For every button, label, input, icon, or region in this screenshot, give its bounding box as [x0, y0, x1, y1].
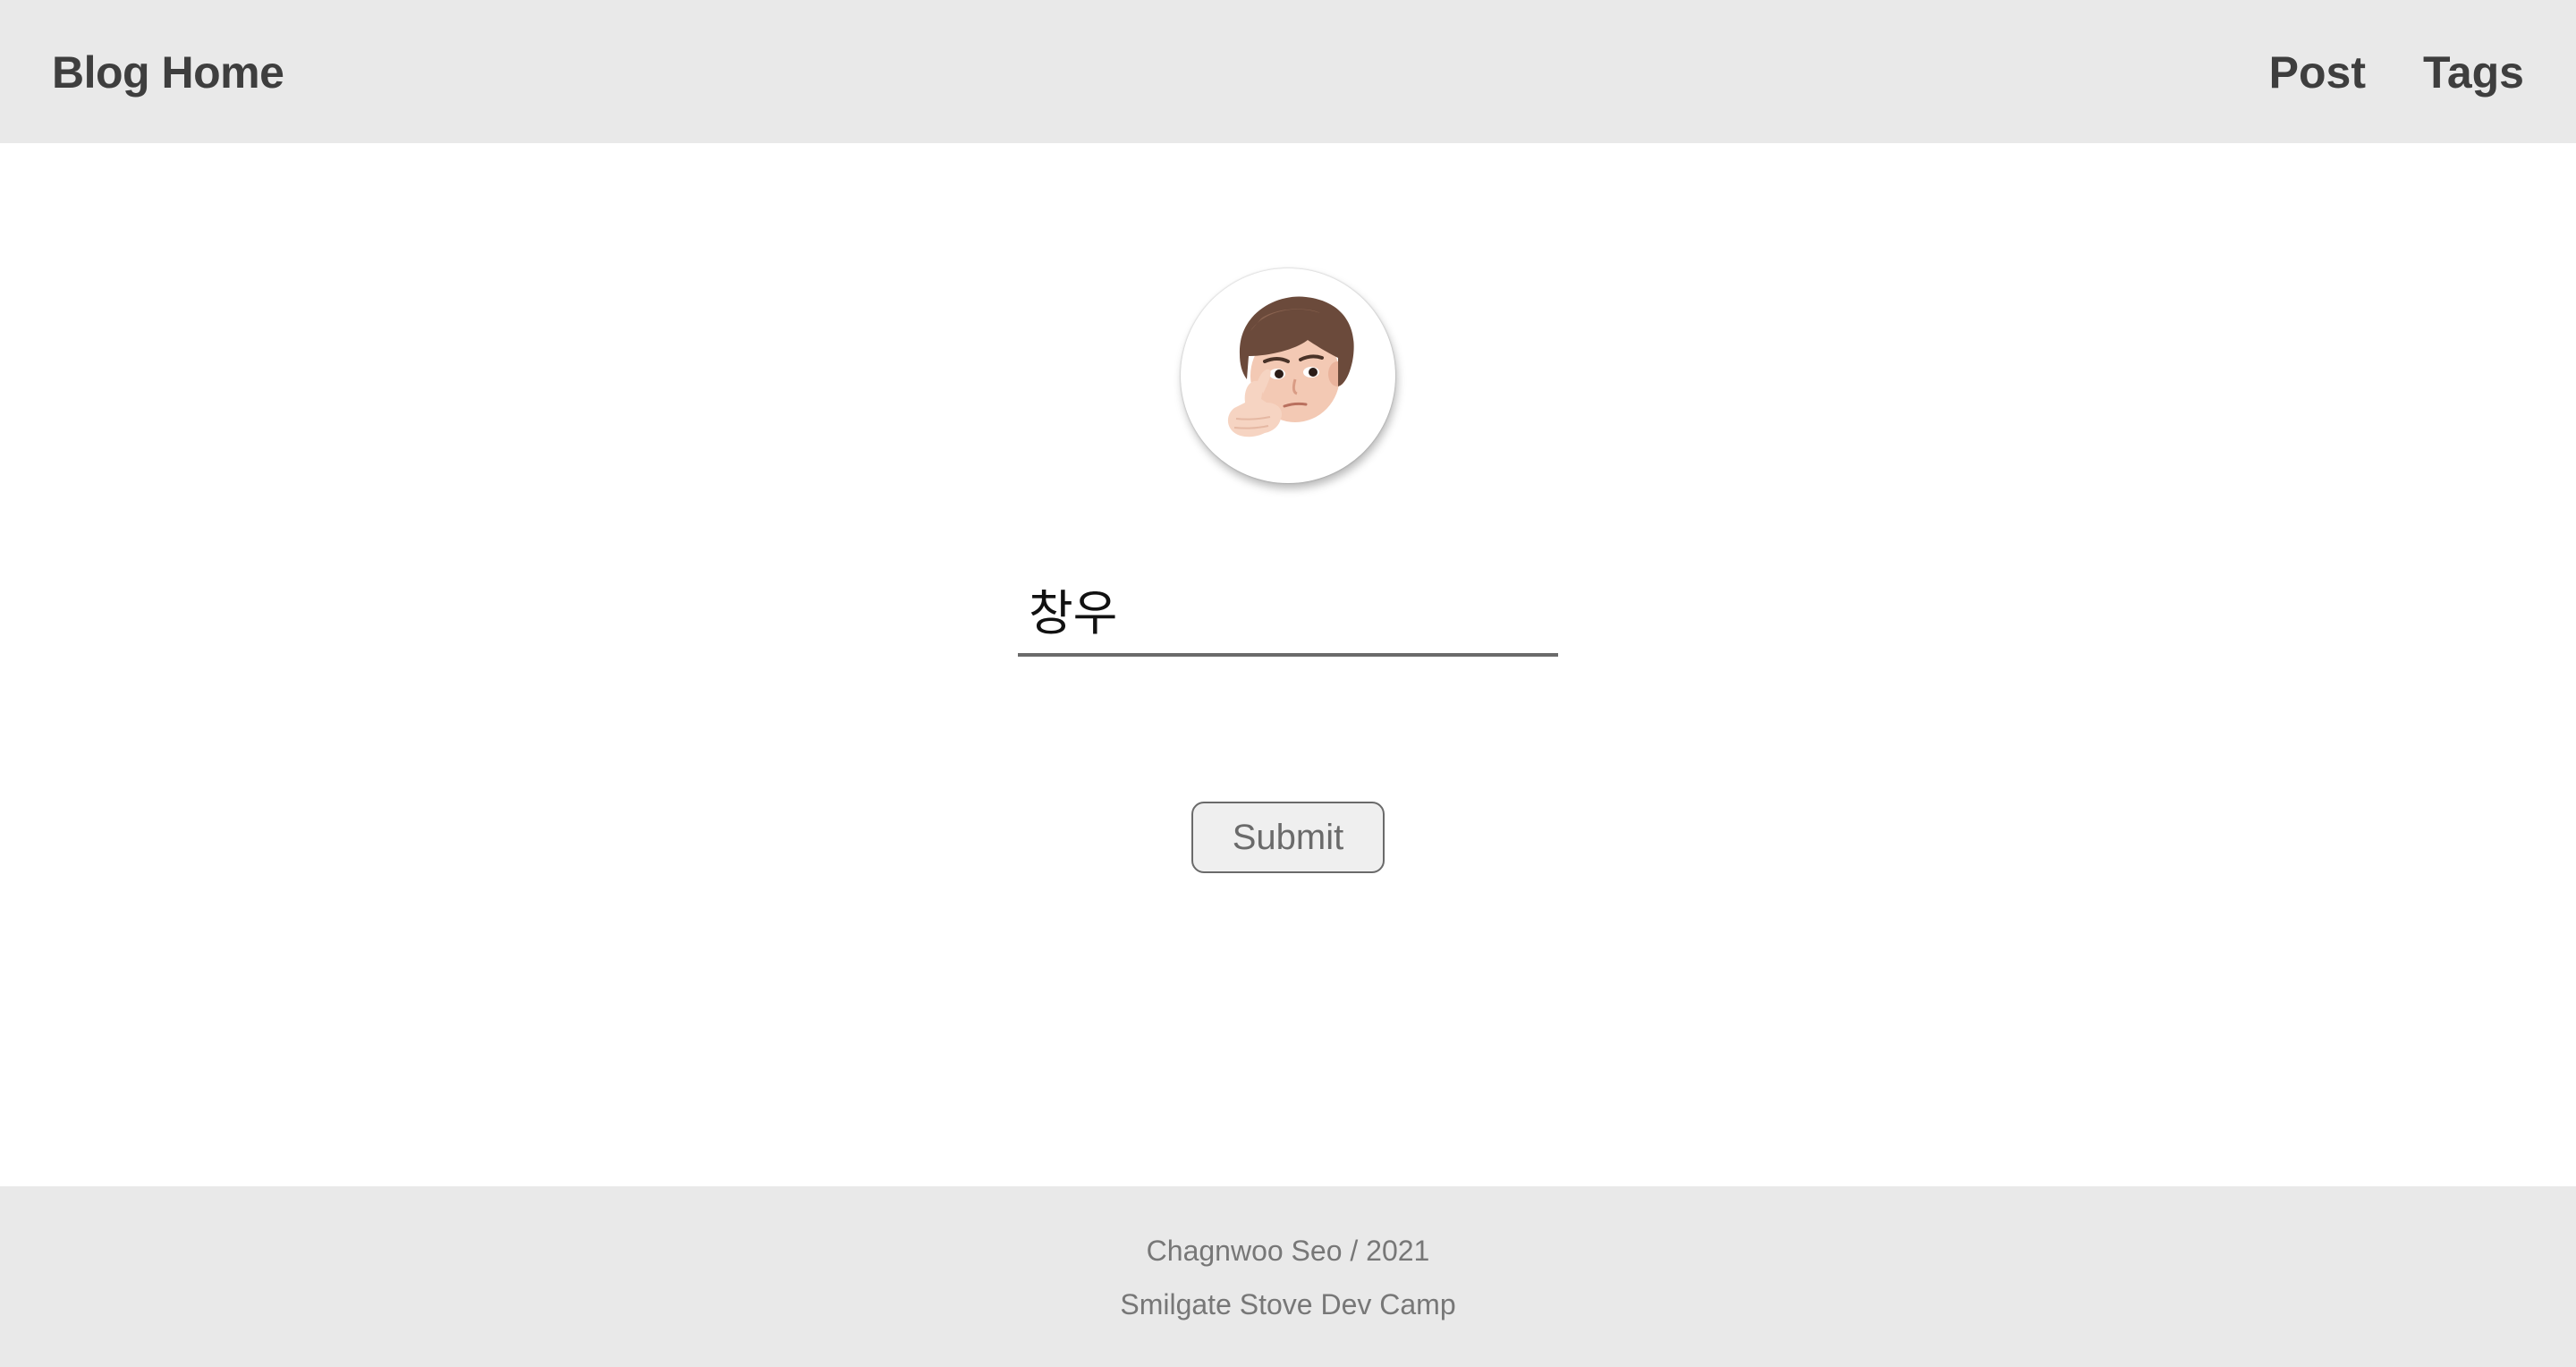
- nav-tags-link[interactable]: Tags: [2423, 47, 2524, 98]
- nav-links: Post Tags: [2269, 47, 2524, 98]
- footer: Chagnwoo Seo / 2021 Smilgate Stove Dev C…: [0, 1186, 2576, 1367]
- nav-post-link[interactable]: Post: [2269, 47, 2366, 98]
- footer-copyright: Chagnwoo Seo / 2021: [1146, 1235, 1430, 1267]
- memoji-thinking-icon: [1227, 296, 1354, 437]
- submit-button[interactable]: Submit: [1191, 802, 1385, 873]
- footer-org: Smilgate Stove Dev Camp: [1120, 1288, 1456, 1320]
- top-navbar: Blog Home Post Tags: [0, 0, 2576, 143]
- name-input[interactable]: [1018, 564, 1558, 657]
- profile-avatar: [1181, 268, 1395, 483]
- blog-home-link[interactable]: Blog Home: [52, 47, 284, 98]
